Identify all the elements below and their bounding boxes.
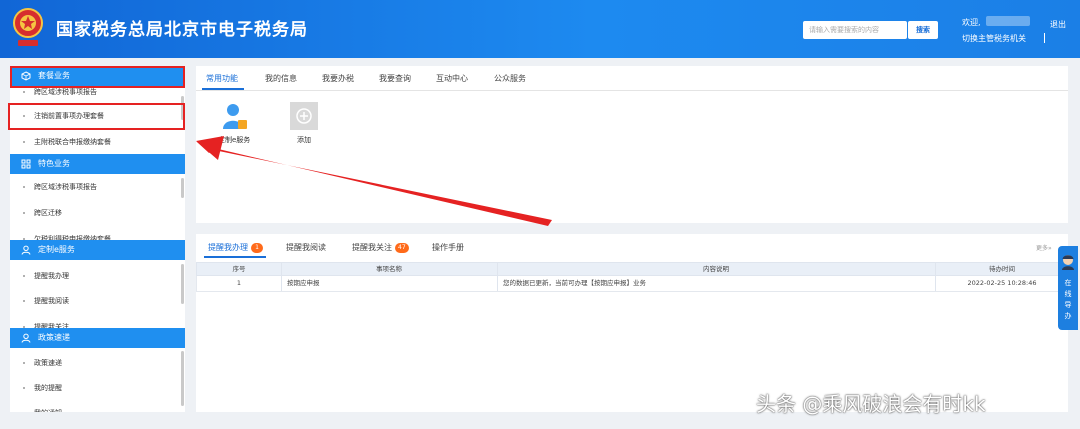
grid-icon	[21, 159, 31, 169]
sidebar-item[interactable]: 跨区迁移	[10, 206, 182, 220]
scrollbar[interactable]	[181, 264, 184, 304]
function-label[interactable]: 定制e服务	[218, 135, 250, 145]
sidebar-section-policy[interactable]: 政策速递	[10, 328, 185, 348]
function-label[interactable]: 添加	[297, 135, 311, 145]
sidebar-item[interactable]: 主附税联合申报缴纳套餐	[10, 135, 182, 149]
sidebar-item[interactable]: 我的提醒	[10, 381, 182, 395]
tab-query[interactable]: 我要查询	[379, 73, 411, 84]
reminders-panel: 提醒我办理 1 提醒我阅读 提醒我关注 47 操作手册 更多» 序号 事项名称 内容…	[196, 234, 1068, 412]
watermark: 头条 @乘风破浪会有时kk	[756, 392, 986, 416]
tab-remind-todo[interactable]: 提醒我办理 1	[208, 242, 263, 253]
sidebar-section-title: 政策速递	[38, 333, 70, 342]
table-row[interactable]: 1 按期应申报 您的数据已更新，当前可办理【按期应申报】业务 2022-02-2…	[196, 276, 1068, 292]
tab-my-info[interactable]: 我的信息	[265, 73, 297, 84]
sidebar-item[interactable]: 提醒我关注	[10, 320, 182, 328]
active-tab-indicator	[204, 256, 266, 258]
user-icon	[21, 245, 31, 255]
tab-manual[interactable]: 操作手册	[432, 242, 464, 253]
active-tab-indicator	[202, 88, 244, 90]
tab-public[interactable]: 公众服务	[494, 73, 526, 84]
sidebar-section-featured[interactable]: 特色业务	[10, 154, 185, 174]
sidebar-section-title: 定制e服务	[38, 245, 75, 254]
add-icon[interactable]	[290, 102, 318, 130]
sidebar-item[interactable]: 跨区域涉税事项报告	[10, 180, 182, 194]
online-guide-button[interactable]: 在线导办	[1058, 246, 1078, 330]
top-tabs: 常用功能 我的信息 我要办税 我要查询 互动中心 公众服务	[196, 66, 1068, 91]
highlight-box	[8, 103, 185, 130]
site-title: 国家税务总局北京市电子税务局	[56, 20, 308, 40]
top-header: 国家税务总局北京市电子税务局 请输入需要搜索的内容 搜索 欢迎, 切换主管税务机…	[0, 0, 1080, 58]
user-name-blurred	[986, 16, 1030, 26]
reminder-tabs: 提醒我办理 1 提醒我阅读 提醒我关注 47 操作手册 更多»	[196, 234, 1068, 259]
tax-emblem-icon	[13, 8, 43, 46]
tab-common[interactable]: 常用功能	[206, 73, 238, 84]
row-time: 2022-02-25 10:28:46	[967, 279, 1037, 287]
sidebar-section-title: 特色业务	[38, 159, 70, 168]
scrollbar[interactable]	[181, 351, 184, 406]
count-badge: 47	[395, 243, 409, 253]
column-header: 内容说明	[703, 265, 729, 273]
header-divider	[1044, 33, 1045, 43]
column-divider	[281, 276, 282, 291]
column-header: 待办时间	[989, 265, 1015, 273]
scrollbar[interactable]	[181, 178, 184, 198]
online-guide-label: 在线导办	[1064, 279, 1072, 320]
user-icon[interactable]	[220, 102, 248, 130]
welcome-text: 欢迎,	[962, 18, 981, 27]
search-button[interactable]: 搜索	[908, 21, 938, 39]
sidebar-item[interactable]: 提醒我阅读	[10, 294, 182, 308]
table-header: 序号 事项名称 内容说明 待办时间	[196, 262, 1068, 276]
tab-interaction[interactable]: 互动中心	[436, 73, 468, 84]
sidebar-item[interactable]: 政策速递	[10, 356, 182, 370]
tab-label: 操作手册	[432, 243, 464, 252]
common-functions-panel: 常用功能 我的信息 我要办税 我要查询 互动中心 公众服务 定制e服务 添加	[196, 66, 1068, 223]
row-description: 您的数据已更新，当前可办理【按期应申报】业务	[503, 279, 646, 287]
more-link[interactable]: 更多»	[1036, 243, 1052, 252]
highlight-box	[10, 66, 185, 88]
sidebar-item[interactable]: 我的通知	[10, 406, 182, 412]
column-divider	[497, 276, 498, 291]
user-icon	[21, 333, 31, 343]
sidebar-item[interactable]: 欠税利得税申报缴纳套餐	[10, 232, 182, 240]
tab-remind-follow[interactable]: 提醒我关注 47	[352, 242, 409, 253]
logout-link[interactable]: 退出	[1050, 19, 1066, 30]
tab-label: 提醒我关注	[352, 243, 392, 252]
tab-label: 提醒我阅读	[286, 243, 326, 252]
tab-tax[interactable]: 我要办税	[322, 73, 354, 84]
row-item-name[interactable]: 按期应申报	[287, 276, 493, 291]
column-header: 序号	[232, 265, 246, 273]
count-badge: 1	[251, 243, 263, 253]
row-index: 1	[236, 279, 242, 287]
column-header: 事项名称	[376, 265, 402, 273]
sidebar-item[interactable]: 提醒我办理	[10, 269, 182, 283]
assistant-avatar-icon	[1062, 255, 1074, 270]
sidebar-section-custom[interactable]: 定制e服务	[10, 240, 185, 260]
sidebar: 套餐业务 跨区域涉税事项报告 注销前置事项办理套餐 主附税联合申报缴纳套餐 特色…	[8, 66, 185, 412]
switch-org-link[interactable]: 切换主管税务机关	[962, 33, 1026, 44]
tab-remind-read[interactable]: 提醒我阅读	[286, 242, 326, 253]
search-input[interactable]: 请输入需要搜索的内容	[803, 21, 907, 39]
tab-label: 提醒我办理	[208, 243, 248, 252]
